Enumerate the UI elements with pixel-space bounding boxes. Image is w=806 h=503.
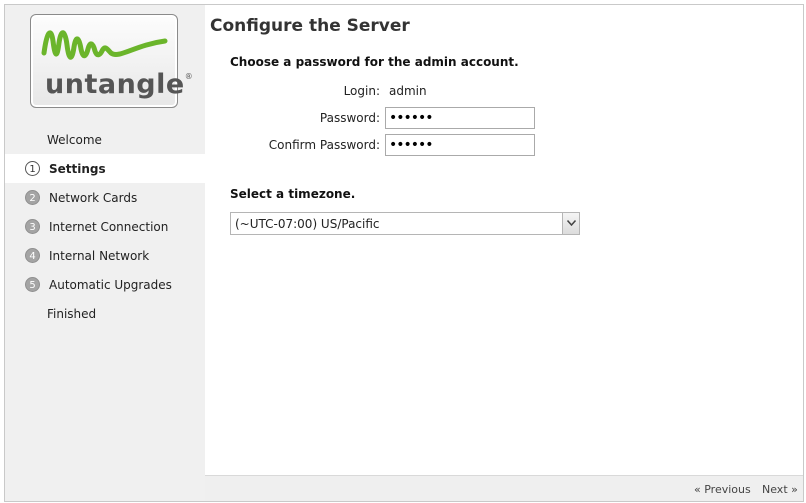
password-section-heading: Choose a password for the admin account. xyxy=(230,55,519,69)
password-label: Password: xyxy=(319,111,380,125)
step-welcome[interactable]: Welcome xyxy=(5,125,205,154)
step-internal-network[interactable]: 4 Internal Network xyxy=(5,241,205,270)
step-number-badge: 2 xyxy=(25,190,40,205)
step-number-badge: 4 xyxy=(25,248,40,263)
previous-button[interactable]: « Previous xyxy=(694,483,751,496)
step-label: Internet Connection xyxy=(49,219,169,234)
main-panel: Configure the Server Choose a password f… xyxy=(205,5,803,475)
confirm-password-field[interactable]: •••••• xyxy=(385,134,535,156)
chevron-down-icon xyxy=(567,220,576,226)
timezone-selected-value: (~UTC-07:00) US/Pacific xyxy=(235,217,380,231)
step-label: Settings xyxy=(49,161,106,176)
logo-wordmark: untangle® xyxy=(45,69,194,100)
step-label: Network Cards xyxy=(49,190,138,205)
wizard-footer: « Previous Next » xyxy=(205,475,803,501)
untangle-logo: untangle® xyxy=(30,14,193,108)
next-button[interactable]: Next » xyxy=(762,483,798,496)
step-label: Automatic Upgrades xyxy=(49,277,172,292)
wizard-steps: Welcome 1 Settings 2 Network Cards 3 Int… xyxy=(5,125,205,328)
password-field[interactable]: •••••• xyxy=(385,107,535,129)
timezone-section-heading: Select a timezone. xyxy=(230,187,356,201)
wizard-window: untangle® Welcome 1 Settings 2 Network C… xyxy=(4,4,804,502)
login-label: Login: xyxy=(343,84,380,98)
step-label: Finished xyxy=(47,306,97,321)
confirm-password-label: Confirm Password: xyxy=(268,138,380,152)
step-automatic-upgrades[interactable]: 5 Automatic Upgrades xyxy=(5,270,205,299)
step-settings[interactable]: 1 Settings xyxy=(5,154,205,183)
dropdown-trigger[interactable] xyxy=(562,213,579,234)
step-number-badge: 1 xyxy=(25,161,40,176)
step-label: Welcome xyxy=(47,132,102,147)
step-network-cards[interactable]: 2 Network Cards xyxy=(5,183,205,212)
step-internet-connection[interactable]: 3 Internet Connection xyxy=(5,212,205,241)
login-value: admin xyxy=(389,84,427,98)
sidebar: untangle® Welcome 1 Settings 2 Network C… xyxy=(5,5,205,501)
step-number-badge: 5 xyxy=(25,277,40,292)
page-title: Configure the Server xyxy=(210,16,410,36)
step-number-badge: 3 xyxy=(25,219,40,234)
step-label: Internal Network xyxy=(49,248,150,263)
wave-logo-icon xyxy=(41,30,168,60)
step-finished[interactable]: Finished xyxy=(5,299,205,328)
timezone-select[interactable]: (~UTC-07:00) US/Pacific xyxy=(230,212,580,235)
